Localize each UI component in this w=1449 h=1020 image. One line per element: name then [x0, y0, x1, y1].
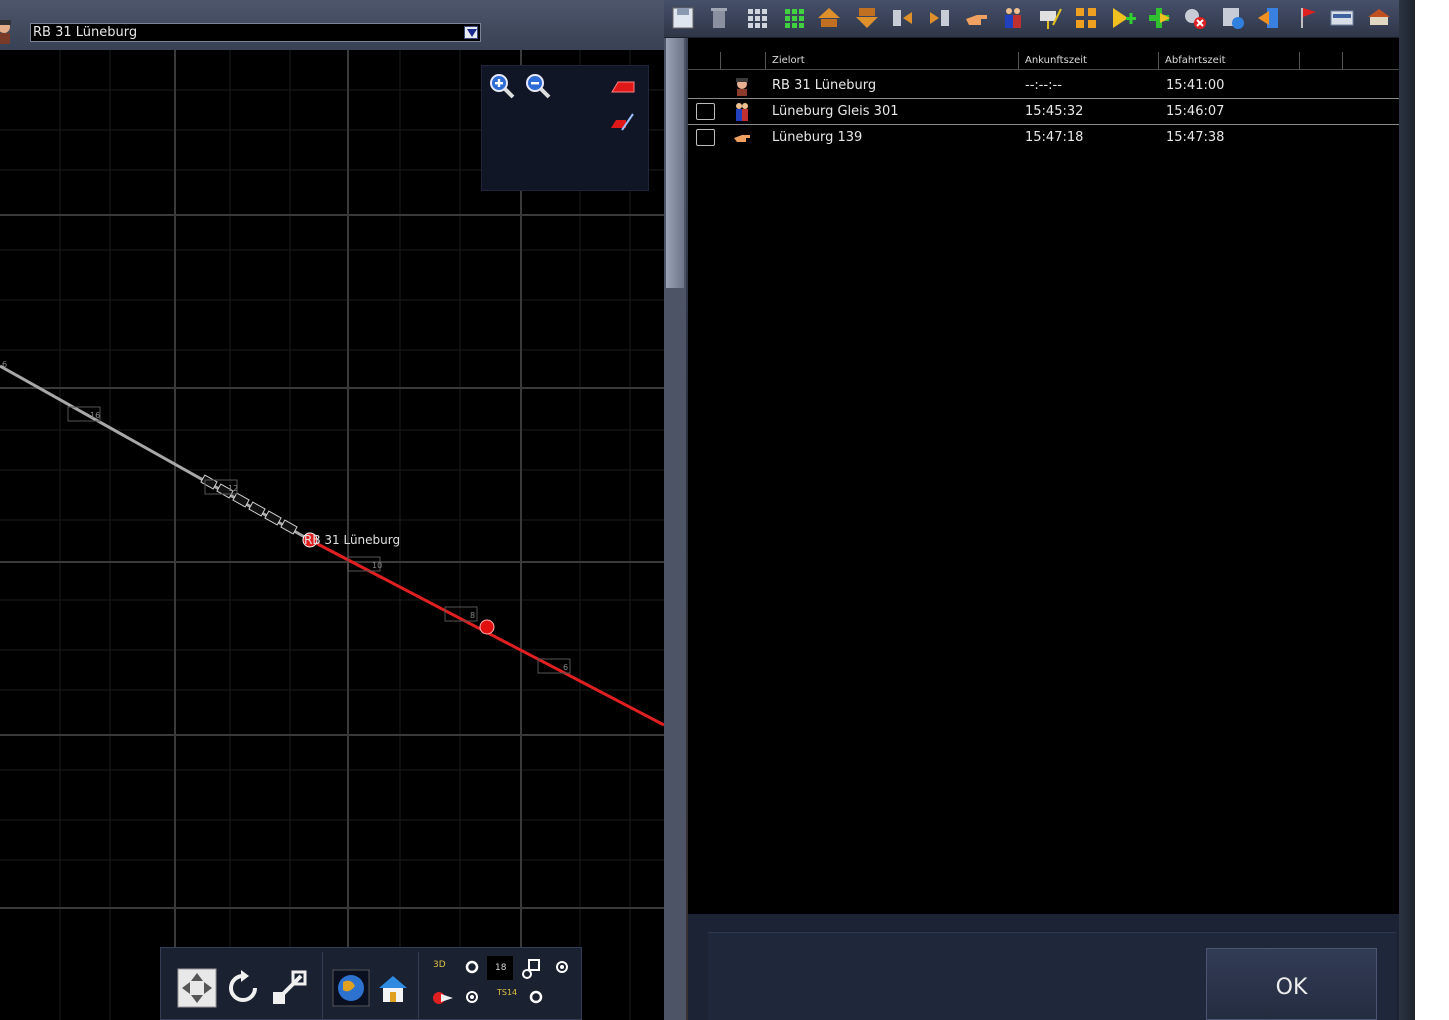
flag-icon[interactable]	[1294, 5, 1320, 31]
map-tool-panel	[481, 65, 649, 191]
toggle-controls-group: 3D 18 TS14	[419, 952, 583, 1020]
remove-icon[interactable]	[1182, 5, 1208, 31]
background-area	[1415, 0, 1449, 1020]
grid-small-icon[interactable]	[744, 5, 770, 31]
exit-icon[interactable]	[1255, 5, 1281, 31]
signal-tool-icon[interactable]	[521, 958, 543, 980]
divider-thumb[interactable]	[666, 38, 684, 288]
header-destination[interactable]: Zielort	[765, 52, 1019, 69]
home-icon[interactable]	[373, 968, 413, 1008]
target-icon[interactable]	[465, 990, 479, 1004]
map-panel-divider[interactable]	[664, 38, 686, 1020]
train-select-value: RB 31 Lüneburg	[33, 25, 138, 40]
fit-view-icon[interactable]	[269, 968, 309, 1008]
view-controls-group	[161, 952, 323, 1020]
chevron-down-icon[interactable]	[464, 26, 478, 39]
world-controls-group	[323, 952, 419, 1020]
driver-icon	[736, 78, 748, 96]
row-departure: 15:41:00	[1166, 78, 1225, 93]
row-checkbox[interactable]	[696, 129, 715, 146]
track-line	[0, 364, 311, 542]
row-arrival: 15:45:32	[1025, 104, 1084, 119]
row-destination: RB 31 Lüneburg	[772, 78, 877, 93]
signal-label: 8	[470, 611, 475, 620]
map-bottom-toolbar: 3D 18 TS14	[160, 947, 582, 1020]
eraser-icon[interactable]	[608, 72, 636, 100]
map-header: RB 31 Lüneburg	[0, 0, 664, 50]
train-car	[200, 474, 218, 490]
header-departure[interactable]: Abfahrtszeit	[1158, 52, 1300, 69]
row-arrival: 15:47:18	[1025, 130, 1084, 145]
train-map-label: RB 31 Lüneburg	[304, 533, 400, 547]
rotate-icon[interactable]	[223, 968, 263, 1008]
row-arrival: --:--:--	[1025, 78, 1062, 93]
header-extra-col	[1342, 52, 1399, 69]
schedule-panel: Zielort Ankunftszeit Abfahrtszeit RB 31 …	[688, 38, 1399, 914]
zoom-in-icon[interactable]	[488, 72, 516, 100]
move-up-icon[interactable]	[816, 5, 842, 31]
move-arrows-icon[interactable]	[177, 968, 217, 1008]
sign-icon[interactable]	[1037, 5, 1063, 31]
train-icon[interactable]	[1329, 5, 1355, 31]
eraser-pen-icon[interactable]	[608, 108, 636, 136]
magnet-icon[interactable]	[431, 988, 455, 1008]
row-destination: Lüneburg 139	[772, 130, 863, 145]
radio-icon[interactable]	[465, 960, 479, 974]
schedule-row[interactable]: Lüneburg Gleis 301 15:45:32 15:46:07	[688, 99, 1399, 125]
station-icon[interactable]	[1366, 5, 1392, 31]
counter-value: 18	[495, 963, 507, 973]
train-car	[264, 510, 282, 526]
passengers-icon[interactable]	[1000, 5, 1026, 31]
driver-setup-window: RB 31 Lüneburg 6 16 12 10 8 6 RB 31 Lüne…	[0, 0, 1449, 1020]
ok-button[interactable]: OK	[1206, 948, 1377, 1020]
row-destination: Lüneburg Gleis 301	[772, 104, 899, 119]
counter-box: 18	[487, 956, 513, 980]
signal-label: 10	[372, 561, 382, 570]
destination-marker[interactable]	[479, 619, 495, 635]
add-green-icon[interactable]	[1146, 5, 1172, 31]
radio-icon[interactable]	[529, 990, 543, 1004]
settings-icon[interactable]	[1220, 5, 1246, 31]
trash-icon[interactable]	[706, 5, 732, 31]
insert-after-icon[interactable]	[926, 5, 952, 31]
header-arrival[interactable]: Ankunftszeit	[1018, 52, 1159, 69]
header-icon-col	[720, 52, 766, 69]
signal-label: 6	[2, 360, 7, 369]
train-car	[232, 492, 250, 508]
junction-icon[interactable]	[1073, 5, 1099, 31]
row-departure: 15:46:07	[1166, 104, 1225, 119]
move-down-icon[interactable]	[854, 5, 880, 31]
insert-before-icon[interactable]	[890, 5, 916, 31]
map-canvas[interactable]: 6 16 12 10 8 6 RB 31 Lüneburg	[0, 50, 664, 1020]
grid-green-icon[interactable]	[781, 5, 807, 31]
schedule-row[interactable]: RB 31 Lüneburg --:--:-- 15:41:00	[688, 73, 1399, 99]
3d-toggle-label[interactable]: 3D	[433, 960, 446, 970]
save-icon[interactable]	[670, 5, 696, 31]
train-car	[248, 501, 266, 517]
add-waypoint-icon[interactable]	[1110, 5, 1136, 31]
schedule-row[interactable]: Lüneburg 139 15:47:18 15:47:38	[688, 125, 1399, 151]
row-departure: 15:47:38	[1166, 130, 1225, 145]
globe-icon[interactable]	[331, 968, 371, 1008]
schedule-table-header: Zielort Ankunftszeit Abfahrtszeit	[688, 52, 1399, 70]
target-icon[interactable]	[555, 960, 569, 974]
signal-label: 12	[228, 484, 238, 493]
hand-point-icon[interactable]	[963, 5, 989, 31]
train-car	[280, 519, 298, 535]
train-select-dropdown[interactable]: RB 31 Lüneburg	[30, 23, 481, 42]
header-extra-col	[1299, 52, 1343, 69]
signal-label: 16	[90, 411, 100, 420]
zoom-out-icon[interactable]	[524, 72, 552, 100]
row-checkbox[interactable]	[696, 103, 715, 120]
route-map[interactable]: 6 16 12 10 8 6 RB 31 Lüneburg 3D 18 TS14	[0, 50, 664, 1020]
passengers-icon	[736, 103, 748, 121]
signal-label: 6	[563, 663, 568, 672]
hand-point-icon	[734, 135, 750, 142]
schedule-toolbar	[664, 0, 1399, 38]
window-edge	[1399, 0, 1415, 1020]
driver-icon	[0, 20, 11, 44]
ts-toggle-label[interactable]: TS14	[497, 988, 517, 997]
